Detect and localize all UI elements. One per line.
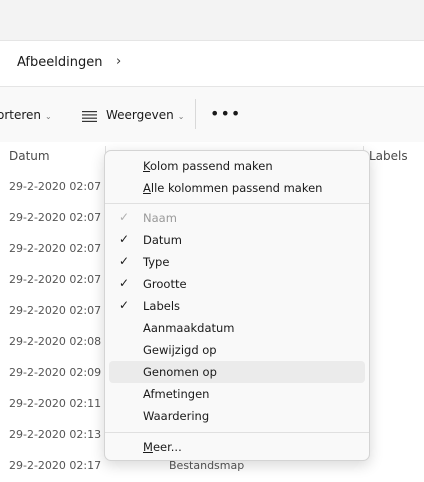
row-date: 29-2-2020 02:07 xyxy=(9,180,102,193)
checkmark-icon: ✓ xyxy=(119,298,130,312)
menu-item-label: Datum xyxy=(143,233,182,247)
menu-item-column-datum[interactable]: ✓ Datum xyxy=(109,229,365,251)
row-date: 29-2-2020 02:17 xyxy=(9,459,102,472)
menu-item-column-aanmaakdatum[interactable]: Aanmaakdatum xyxy=(109,317,365,339)
checkmark-icon: ✓ xyxy=(119,232,130,246)
menu-item-column-waardering[interactable]: Waardering xyxy=(109,405,365,427)
menu-item-label: Waardering xyxy=(143,409,210,423)
menu-item-label: Type xyxy=(143,255,170,269)
sort-label: orteren xyxy=(0,108,42,122)
breadcrumb-afbeeldingen[interactable]: Afbeeldingen xyxy=(17,55,102,70)
chevron-down-icon: ⌄ xyxy=(177,112,185,121)
menu-item-label: Naam xyxy=(143,211,177,225)
view-button[interactable]: Weergeven ⌄ xyxy=(106,108,184,122)
menu-item-column-naam: ✓ Naam xyxy=(109,207,365,229)
row-date: 29-2-2020 02:07 xyxy=(9,211,102,224)
sort-button[interactable]: orteren ⌄ xyxy=(0,108,52,122)
row-date: 29-2-2020 02:09 xyxy=(9,366,102,379)
row-date: 29-2-2020 02:13 xyxy=(9,428,102,441)
view-lines-icon xyxy=(82,111,97,122)
menu-item-label: Grootte xyxy=(143,277,187,291)
view-label: Weergeven xyxy=(106,108,174,122)
menu-item-column-labels[interactable]: ✓ Labels xyxy=(109,295,365,317)
row-date: 29-2-2020 02:11 xyxy=(9,397,102,410)
checkmark-icon: ✓ xyxy=(119,276,130,290)
checkmark-icon: ✓ xyxy=(119,254,130,268)
menu-item-column-grootte[interactable]: ✓ Grootte xyxy=(109,273,365,295)
menu-item-label: Alle kolommen passend maken xyxy=(143,181,323,195)
row-date: 29-2-2020 02:08 xyxy=(9,335,102,348)
menu-item-column-type[interactable]: ✓ Type xyxy=(109,251,365,273)
menu-item-label: Labels xyxy=(143,299,181,313)
more-options-button[interactable]: ••• xyxy=(210,104,241,123)
toolbar-divider xyxy=(195,99,196,129)
menu-separator xyxy=(105,203,369,204)
menu-item-label: Meer... xyxy=(143,440,182,454)
menu-separator xyxy=(105,432,369,433)
row-date: 29-2-2020 02:07 xyxy=(9,242,102,255)
menu-item-label: Aanmaakdatum xyxy=(143,321,235,335)
column-header-labels[interactable]: Labels xyxy=(369,149,408,163)
menu-item-label: Kolom passend maken xyxy=(143,159,273,173)
menu-item-column-genomen-op[interactable]: Genomen op xyxy=(109,361,365,383)
menu-item-label: Genomen op xyxy=(143,365,217,379)
menu-item-fit-column[interactable]: Kolom passend maken xyxy=(109,155,365,177)
menu-item-column-gewijzigd-op[interactable]: Gewijzigd op xyxy=(109,339,365,361)
title-bar-area xyxy=(0,0,424,41)
menu-item-fit-all-columns[interactable]: Alle kolommen passend maken xyxy=(109,177,365,199)
chevron-down-icon: ⌄ xyxy=(45,112,52,121)
command-bar: orteren ⌄ Weergeven ⌄ ••• xyxy=(0,87,424,142)
menu-item-column-afmetingen[interactable]: Afmetingen xyxy=(109,383,365,405)
menu-item-label: Afmetingen xyxy=(143,387,210,401)
menu-item-more[interactable]: Meer... xyxy=(109,436,365,458)
address-bar[interactable]: Afbeeldingen › xyxy=(0,41,424,87)
row-date: 29-2-2020 02:07 xyxy=(9,273,102,286)
column-header-datum[interactable]: Datum xyxy=(9,149,50,163)
row-date: 29-2-2020 02:07 xyxy=(9,304,102,317)
breadcrumb-chevron-icon[interactable]: › xyxy=(116,54,121,69)
checkmark-icon: ✓ xyxy=(119,210,130,224)
menu-item-label: Gewijzigd op xyxy=(143,343,217,357)
column-context-menu: Kolom passend maken Alle kolommen passen… xyxy=(104,150,370,461)
